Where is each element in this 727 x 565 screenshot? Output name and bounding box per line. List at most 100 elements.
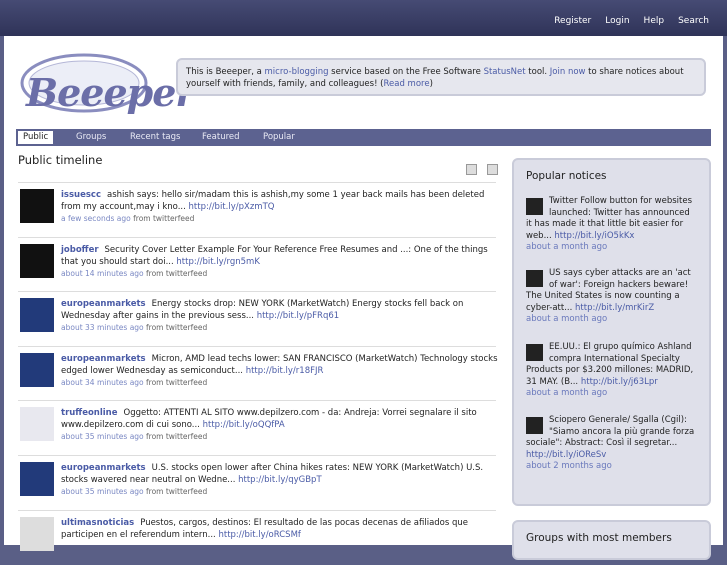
notice-time[interactable]: about 35 minutes ago [61,432,144,441]
notice-item: ultimasnoticias Puestos, cargos, destinos… [18,510,496,565]
notice-source: from twitterfeed [143,323,208,332]
top-bar: Register Login Help Search [0,0,727,36]
tab-bar: Public Groups Recent tags Featured Popul… [16,129,711,146]
register-link[interactable]: Register [554,16,591,26]
login-link[interactable]: Login [605,16,629,26]
avatar[interactable] [526,198,543,215]
author-nick[interactable]: europeanmarkets [61,299,146,309]
about-text: tool. [525,67,550,77]
pause-icon[interactable] [466,164,477,175]
notice-item: issuescc ashish says: hello sir/madam thi… [18,182,496,237]
logo-text: Beeeper [26,70,195,115]
popular-notice: US says cyber attacks are an 'act of war… [526,268,696,326]
notice-time[interactable]: about 34 minutes ago [61,378,144,387]
author-nick[interactable]: ultimasnoticias [61,518,134,528]
popular-time[interactable]: about a month ago [526,242,607,252]
read-more-link[interactable]: Read more [384,79,430,89]
page: Beeeper This is Beeeper, a micro-bloggin… [4,36,723,560]
notice-source: from twitterfeed [143,432,208,441]
notice-link[interactable]: http://bit.ly/r18FJR [246,366,324,376]
about-text: This is Beeeper, a [186,67,265,77]
notice-body: ultimasnoticias Puestos, cargos, destinos… [61,517,501,541]
popular-time[interactable]: about a month ago [526,388,607,398]
notice-link[interactable]: http://bit.ly/pXzmTQ [189,202,275,212]
avatar[interactable] [20,462,54,496]
notice-item: europeanmarkets Micron, AMD lead techs lo… [18,346,498,401]
popout-icon[interactable] [487,164,498,175]
tab-groups[interactable]: Groups [71,131,111,144]
notice-meta: about 35 minutes ago from twitterfeed [61,432,207,441]
tab-featured[interactable]: Featured [197,131,245,144]
popular-text: Sciopero Generale/ Sgalla (Cgil): "Siamo… [526,415,695,448]
notice-meta: a few seconds ago from twitterfeed [61,214,194,223]
popular-notices-title: Popular notices [526,170,607,182]
notice-body: joboffer Security Cover Letter Example Fo… [61,244,501,268]
avatar[interactable] [526,270,543,287]
page-title: Public timeline [18,153,103,167]
tab-public[interactable]: Public [18,131,54,144]
notice-meta: about 33 minutes ago from twitterfeed [61,323,207,332]
notice-link[interactable]: http://bit.ly/oRCSMf [218,530,300,540]
notice-link[interactable]: http://bit.ly/pFRq61 [257,311,340,321]
popular-link[interactable]: http://bit.ly/j63Lpr [581,377,658,387]
popular-link[interactable]: http://bit.ly/iOReSv [526,450,606,460]
notice-item: truffeonline Oggetto: ATTENTI AL SITO www… [18,400,496,455]
notice-source: from twitterfeed [143,378,208,387]
notice-text: Security Cover Letter Example For Your R… [61,245,488,267]
groups-box: Groups with most members [512,520,711,560]
statusnet-link[interactable]: StatusNet [484,67,526,77]
tab-popular[interactable]: Popular [258,131,300,144]
tab-recent-tags[interactable]: Recent tags [125,131,185,144]
avatar[interactable] [20,298,54,332]
avatar[interactable] [20,517,54,551]
avatar[interactable] [20,244,54,278]
notice-link[interactable]: http://bit.ly/oQQfPA [203,420,285,430]
popular-link[interactable]: http://bit.ly/mrKirZ [575,303,654,313]
notice-item: europeanmarkets U.S. stocks open lower af… [18,455,496,510]
avatar[interactable] [526,417,543,434]
avatar[interactable] [20,353,54,387]
avatar[interactable] [526,344,543,361]
popular-notices-box: Popular notices Twitter Follow button fo… [512,158,711,506]
popular-link[interactable]: http://bit.ly/iO5kKx [554,231,634,241]
notice-time[interactable]: about 14 minutes ago [61,269,144,278]
notice-meta: about 34 minutes ago from twitterfeed [61,378,207,387]
notice-body: europeanmarkets U.S. stocks open lower af… [61,462,501,486]
site-logo[interactable]: Beeeper [16,50,195,116]
popular-time[interactable]: about 2 months ago [526,461,612,471]
notice-source: from twitterfeed [130,214,195,223]
avatar[interactable] [20,189,54,223]
about-box: This is Beeeper, a micro-blogging servic… [176,58,706,96]
notice-time[interactable]: about 33 minutes ago [61,323,144,332]
notice-link[interactable]: http://bit.ly/rgn5mK [176,257,259,267]
notice-item: joboffer Security Cover Letter Example Fo… [18,237,496,292]
help-link[interactable]: Help [644,16,665,26]
notice-body: europeanmarkets Energy stocks drop: NEW Y… [61,298,501,322]
groups-box-title: Groups with most members [526,532,672,544]
author-nick[interactable]: issuescc [61,190,101,200]
author-nick[interactable]: europeanmarkets [61,463,146,473]
notice-source: from twitterfeed [143,487,208,496]
popular-notice: Sciopero Generale/ Sgalla (Cgil): "Siamo… [526,415,696,473]
notice-body: europeanmarkets Micron, AMD lead techs lo… [61,353,501,377]
author-nick[interactable]: truffeonline [61,408,118,418]
top-nav: Register Login Help Search [554,16,709,26]
notice-link[interactable]: http://bit.ly/qyGBpT [238,475,322,485]
popular-time[interactable]: about a month ago [526,314,607,324]
popular-notice: EE.UU.: El grupo químico Ashland compra … [526,342,696,400]
notice-meta: about 35 minutes ago from twitterfeed [61,487,207,496]
author-nick[interactable]: europeanmarkets [61,354,146,364]
avatar[interactable] [20,407,54,441]
about-text: service based on the Free Software [328,67,484,77]
popular-notice: Twitter Follow button for websites launc… [526,196,696,254]
notice-time[interactable]: a few seconds ago [61,214,131,223]
author-nick[interactable]: joboffer [61,245,99,255]
notice-source: from twitterfeed [143,269,208,278]
micro-blogging-link[interactable]: micro-blogging [265,67,329,77]
notice-body: truffeonline Oggetto: ATTENTI AL SITO www… [61,407,501,431]
join-now-link[interactable]: Join now [550,67,586,77]
search-link[interactable]: Search [678,16,709,26]
notice-time[interactable]: about 35 minutes ago [61,487,144,496]
notice-body: issuescc ashish says: hello sir/madam thi… [61,189,501,213]
notice-meta: about 14 minutes ago from twitterfeed [61,269,207,278]
